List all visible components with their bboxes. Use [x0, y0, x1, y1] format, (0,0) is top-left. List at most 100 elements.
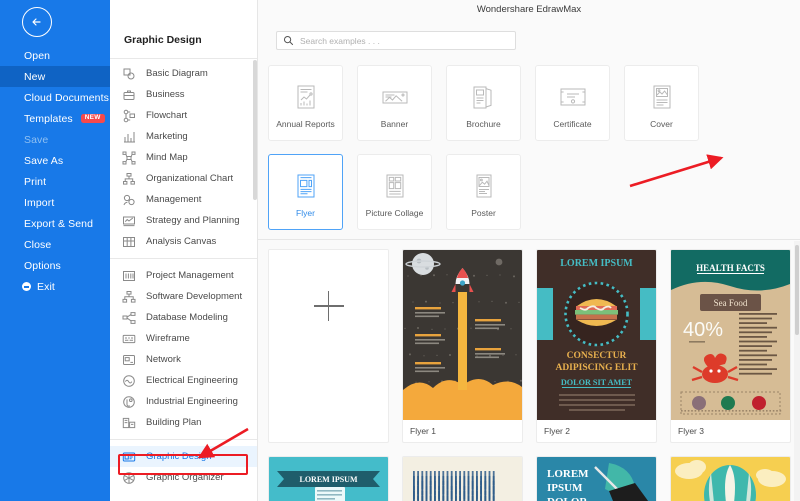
- rail-item-new[interactable]: New: [0, 66, 110, 87]
- category-sidebar: Graphic Design Basic Diagram Business Flow…: [110, 0, 258, 501]
- brochure-icon: [473, 86, 491, 108]
- scrollbar-thumb[interactable]: [795, 245, 799, 335]
- category-item-organizational-chart[interactable]: Organizational Chart: [110, 168, 257, 189]
- template-thumbnail[interactable]: LOREM IPSUM CONSECTUR ADIPISCING ELIT DOLOR…: [537, 250, 656, 420]
- svg-text:40%: 40%: [683, 319, 723, 341]
- picture-collage-icon-wrap: [380, 167, 410, 205]
- template-results: Flyer 1 LOREM IPSUM CONSECTUR ADIPISCING EL…: [258, 241, 800, 501]
- category-item-label: Graphic Organizer: [146, 472, 224, 483]
- template-card-bench[interactable]: LOREM IPSUM: [268, 456, 389, 501]
- category-item-industrial-engineering[interactable]: Industrial Engineering: [110, 391, 257, 412]
- category-item-strategy-and-planning[interactable]: Strategy and Planning: [110, 210, 257, 231]
- rail-item-save: Save: [0, 129, 110, 150]
- rail-item-close[interactable]: Close: [0, 234, 110, 255]
- template-card-balloon[interactable]: [670, 456, 791, 501]
- category-item-management[interactable]: Management: [110, 189, 257, 210]
- template-type-grid: Annual Reports Banner Brochure Certificate C…: [268, 65, 800, 243]
- blank-template-thumbnail[interactable]: [269, 250, 388, 362]
- marketing-icon: [124, 131, 135, 142]
- template-thumbnail[interactable]: [403, 250, 522, 420]
- type-card-certificate[interactable]: Certificate: [535, 65, 610, 141]
- rail-item-open[interactable]: Open: [0, 45, 110, 66]
- category-item-basic-diagram[interactable]: Basic Diagram: [110, 63, 257, 84]
- rail-label: Close: [24, 238, 52, 251]
- category-item-electrical-engineering[interactable]: Electrical Engineering: [110, 370, 257, 391]
- templates-scrollbar[interactable]: [794, 241, 800, 501]
- category-item-label: Network: [146, 354, 181, 365]
- template-card-flyer-3[interactable]: HEALTH FACTS Sea Food 40% Flyer 3: [670, 249, 791, 443]
- search-input[interactable]: [300, 35, 490, 46]
- category-group-technical: Project Management Software Development Da…: [110, 265, 257, 433]
- category-item-analysis-canvas[interactable]: Analysis Canvas: [110, 231, 257, 252]
- graphic-organizer-icon: [123, 471, 135, 484]
- category-item-label: Strategy and Planning: [146, 215, 240, 226]
- rail-label: Open: [24, 49, 51, 62]
- rail-item-print[interactable]: Print: [0, 171, 110, 192]
- template-card-blank[interactable]: [268, 249, 389, 443]
- category-item-business[interactable]: Business: [110, 84, 257, 105]
- category-item-label: Management: [146, 194, 202, 205]
- template-thumbnail[interactable]: LOREM IPSUM: [269, 457, 388, 501]
- category-item-flowchart[interactable]: Flowchart: [110, 105, 257, 126]
- rail-item-export-and-send[interactable]: Export & Send: [0, 213, 110, 234]
- type-card-banner[interactable]: Banner: [357, 65, 432, 141]
- category-item-building-plan[interactable]: Building Plan: [110, 412, 257, 433]
- type-card-picture-collage[interactable]: Picture Collage: [357, 154, 432, 230]
- template-card-flyer-2[interactable]: LOREM IPSUM CONSECTUR ADIPISCING ELIT DOLOR…: [536, 249, 657, 443]
- backstage-rail: Open New Cloud Documents Templates NEW S…: [0, 0, 110, 501]
- search-bar[interactable]: [276, 31, 516, 50]
- software-development-icon-wrap: [122, 290, 136, 304]
- database-modeling-icon: [122, 311, 136, 324]
- back-arrow-icon[interactable]: [22, 7, 52, 37]
- back-arrow-glyph: [32, 18, 41, 26]
- type-card-cover[interactable]: Cover: [624, 65, 699, 141]
- type-card-poster[interactable]: Poster: [446, 154, 521, 230]
- category-item-wireframe[interactable]: Wireframe: [110, 328, 257, 349]
- category-item-marketing[interactable]: Marketing: [110, 126, 257, 147]
- rail-item-exit[interactable]: Exit: [0, 276, 110, 297]
- category-item-label: Business: [146, 89, 185, 100]
- type-card-flyer[interactable]: Flyer: [268, 154, 343, 230]
- category-item-mind-map[interactable]: Mind Map: [110, 147, 257, 168]
- cover-icon: [653, 85, 670, 108]
- template-thumbnail[interactable]: HEALTH FACTS Sea Food 40%: [671, 250, 790, 420]
- category-item-project-management[interactable]: Project Management: [110, 265, 257, 286]
- rail-item-save-as[interactable]: Save As: [0, 150, 110, 171]
- category-item-network[interactable]: Network: [110, 349, 257, 370]
- certificate-icon-wrap: [558, 78, 588, 116]
- category-sidebar-title: Graphic Design: [124, 34, 202, 46]
- category-group-primary: Basic Diagram Business Flowchart Marketing M…: [110, 63, 257, 252]
- category-item-software-development[interactable]: Software Development: [110, 286, 257, 307]
- template-card-blue-laptop[interactable]: LOREM IPSUM DOLOR: [536, 456, 657, 501]
- rail-label: Save As: [24, 154, 64, 167]
- rail-item-options[interactable]: Options: [0, 255, 110, 276]
- mind-map-icon-wrap: [122, 151, 136, 165]
- category-item-label: Wireframe: [146, 333, 190, 344]
- type-card-label: Poster: [471, 207, 496, 218]
- category-item-graphic-organizer[interactable]: Graphic Organizer: [110, 467, 257, 488]
- flyer-icon: [297, 174, 314, 197]
- rail-item-cloud-documents[interactable]: Cloud Documents: [0, 87, 110, 108]
- management-icon: [123, 194, 135, 205]
- flowchart-icon: [123, 109, 135, 122]
- category-item-label: Database Modeling: [146, 312, 228, 323]
- type-card-brochure[interactable]: Brochure: [446, 65, 521, 141]
- template-card-flyer-1[interactable]: Flyer 1: [402, 249, 523, 443]
- svg-text:IPSUM: IPSUM: [547, 482, 583, 494]
- category-scrollbar[interactable]: [253, 60, 257, 200]
- template-thumbnail[interactable]: CONSECADIPIELIT: [403, 457, 522, 501]
- category-item-label: Analysis Canvas: [146, 236, 217, 247]
- template-name: Flyer 3: [678, 426, 704, 436]
- category-item-label: Electrical Engineering: [146, 375, 238, 386]
- category-item-graphic-design[interactable]: Graphic Design: [110, 446, 257, 467]
- rail-item-import[interactable]: Import: [0, 192, 110, 213]
- category-group-design: Graphic Design Graphic Organizer: [110, 446, 257, 488]
- template-thumbnail[interactable]: LOREM IPSUM DOLOR: [537, 457, 656, 501]
- graphic-organizer-icon-wrap: [122, 471, 136, 485]
- category-item-database-modeling[interactable]: Database Modeling: [110, 307, 257, 328]
- template-thumbnail[interactable]: [671, 457, 790, 501]
- rail-item-templates[interactable]: Templates NEW: [0, 108, 110, 129]
- type-card-annual-reports[interactable]: Annual Reports: [268, 65, 343, 141]
- template-card-cream-text[interactable]: CONSECADIPIELIT: [402, 456, 523, 501]
- exit-icon: [22, 282, 31, 291]
